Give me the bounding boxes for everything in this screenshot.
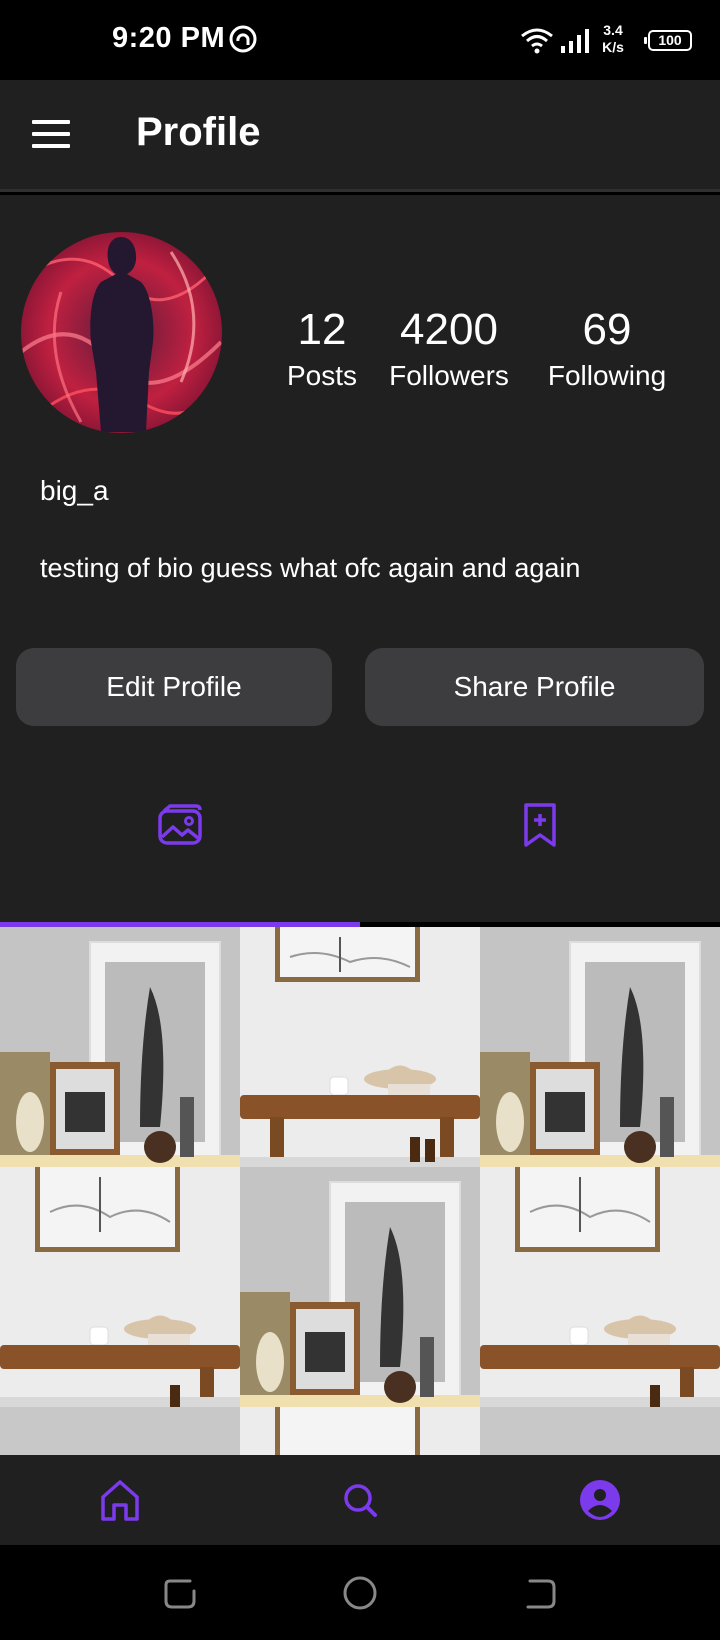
stat-posts[interactable]: 12 Posts bbox=[270, 305, 374, 393]
hamburger-menu-icon[interactable] bbox=[32, 120, 70, 150]
posts-count: 12 bbox=[297, 305, 347, 354]
post-thumbnail[interactable] bbox=[0, 1167, 240, 1407]
post-thumbnail[interactable] bbox=[240, 1407, 480, 1455]
tab-posts[interactable] bbox=[0, 793, 360, 873]
bookmark-add-icon bbox=[524, 803, 556, 847]
stat-followers[interactable]: 4200 Followers bbox=[382, 305, 516, 393]
followers-label: Followers bbox=[389, 360, 509, 391]
network-speed-unit: K/s bbox=[602, 39, 624, 55]
post-thumbnail[interactable] bbox=[480, 1167, 720, 1407]
share-profile-button[interactable]: Share Profile bbox=[365, 648, 704, 726]
network-speed: 3.4 K/s bbox=[598, 22, 628, 56]
tab-saved[interactable] bbox=[360, 793, 720, 873]
battery-indicator: 100 bbox=[644, 30, 692, 51]
post-thumbnail[interactable] bbox=[240, 927, 480, 1167]
profile-stats: 12 Posts 4200 Followers 69 Following bbox=[270, 305, 710, 405]
home-button-icon[interactable] bbox=[340, 1573, 380, 1613]
stat-following[interactable]: 69 Following bbox=[544, 305, 670, 393]
avatar[interactable] bbox=[21, 232, 222, 433]
username: big_a bbox=[40, 475, 109, 506]
bottom-navigation bbox=[0, 1455, 720, 1545]
nav-profile[interactable] bbox=[575, 1475, 625, 1525]
edit-profile-button[interactable]: Edit Profile bbox=[16, 648, 332, 726]
home-icon bbox=[101, 1480, 139, 1521]
following-label: Following bbox=[547, 360, 667, 391]
search-icon bbox=[344, 1484, 377, 1517]
posts-grid bbox=[0, 927, 720, 1455]
avatar-image bbox=[21, 232, 222, 433]
profile-icon bbox=[580, 1480, 620, 1520]
recent-apps-icon[interactable] bbox=[160, 1573, 200, 1613]
posts-label: Posts bbox=[286, 360, 358, 391]
following-count: 69 bbox=[582, 305, 632, 354]
status-bar: 9:20 PM 3.4 K/s 100 bbox=[0, 0, 720, 80]
post-thumbnail[interactable] bbox=[480, 927, 720, 1167]
page-title: Profile bbox=[136, 110, 261, 154]
gallery-icon bbox=[158, 804, 202, 845]
network-speed-value: 3.4 bbox=[603, 22, 623, 38]
bio: testing of bio guess what ofc again and … bbox=[40, 553, 581, 583]
back-icon[interactable] bbox=[520, 1573, 560, 1613]
app-bar: Profile bbox=[0, 80, 720, 192]
post-thumbnail[interactable] bbox=[0, 927, 240, 1167]
post-thumbnail[interactable] bbox=[480, 1407, 720, 1455]
followers-count: 4200 bbox=[400, 305, 498, 354]
status-time: 9:20 PM bbox=[112, 22, 226, 54]
nav-search[interactable] bbox=[335, 1475, 385, 1525]
signal-icon bbox=[561, 29, 589, 53]
post-thumbnail[interactable] bbox=[240, 1167, 480, 1407]
profile-header: 12 Posts 4200 Followers 69 Following big… bbox=[0, 195, 720, 927]
app-notification-icon bbox=[229, 25, 257, 53]
wifi-icon bbox=[521, 28, 553, 54]
post-thumbnail[interactable] bbox=[0, 1407, 240, 1455]
nav-home[interactable] bbox=[95, 1475, 145, 1525]
system-navigation-bar bbox=[0, 1545, 720, 1640]
